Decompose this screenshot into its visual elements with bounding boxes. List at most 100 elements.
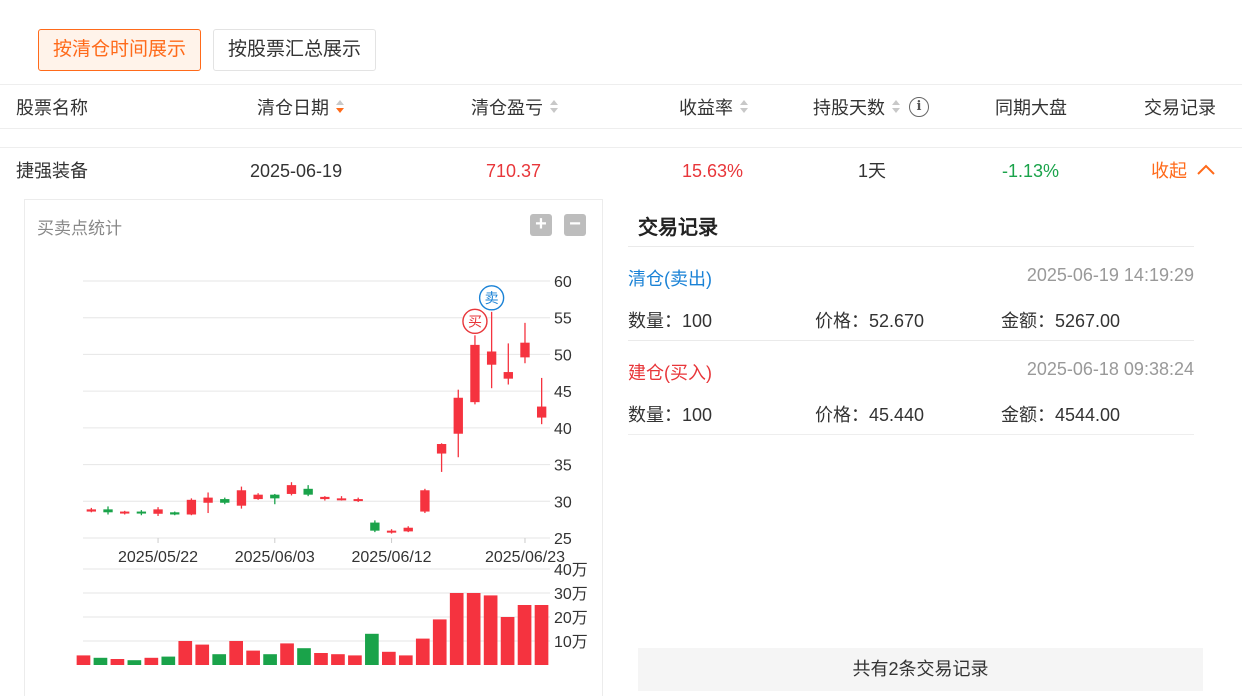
volume-bar (466, 593, 481, 665)
volume-bar (246, 650, 260, 665)
y-tick-label: 55 (554, 311, 572, 328)
header-clear-date[interactable]: 清仓日期 (257, 86, 345, 130)
candle-body (303, 488, 313, 495)
table-row: 捷强装备 2025-06-19 710.37 15.63% 1天 -1.13% … (0, 149, 1242, 193)
candle-body (103, 509, 113, 513)
trade-qty: 数量：100 (628, 405, 713, 425)
header-yield-label: 收益率 (679, 98, 733, 118)
tab-by-clear-time[interactable]: 按清仓时间展示 (38, 29, 202, 71)
sort-icon[interactable] (891, 99, 901, 115)
y-tick-label: 25 (554, 531, 572, 548)
header-pnl-label: 清仓盈亏 (471, 98, 543, 118)
volume-bar (280, 643, 294, 665)
volume-tick-label: 20万 (554, 610, 588, 627)
stock-name[interactable]: 捷强装备 (16, 149, 88, 193)
candle-body (236, 490, 247, 506)
table-header: 股票名称 清仓日期 清仓盈亏 收益率 持股天数 i 同期大盘 交易记录 (0, 86, 1242, 130)
candle-body (486, 351, 497, 365)
divider (0, 147, 1242, 148)
trade-time: 2025-06-19 14:19:29 (1026, 265, 1194, 285)
candle-body (453, 397, 463, 434)
volume-bar (229, 641, 243, 665)
candle-body (403, 527, 413, 532)
trade-time: 2025-06-18 09:38:24 (1026, 359, 1194, 379)
candle-body (436, 444, 447, 454)
sort-icon[interactable] (739, 99, 749, 115)
trade-count-footer: 共有2条交易记录 (638, 648, 1203, 691)
volume-bar (93, 657, 108, 665)
sort-icon[interactable] (335, 99, 345, 115)
volume-bar (144, 657, 159, 665)
volume-bar (161, 656, 176, 665)
divider (628, 434, 1194, 435)
candle-body (386, 530, 397, 533)
trade-record: 清仓(卖出) 2025-06-19 14:19:29 数量：100 价格：52.… (628, 246, 1194, 340)
volume-bar (348, 655, 362, 665)
candle-body (536, 406, 547, 418)
candle-body (120, 511, 130, 514)
volume-bar (382, 651, 396, 665)
tab-by-stock-summary[interactable]: 按股票汇总展示 (213, 29, 377, 71)
candle-body (170, 512, 180, 515)
trade-type: 建仓(买入) (628, 363, 712, 383)
volume-bar (314, 653, 328, 665)
y-tick-label: 60 (554, 274, 572, 291)
volume-bar (415, 638, 430, 665)
candlestick-chart[interactable]: 60 55 50 45 40 35 30 25 2025/05/22 2025/06/03 2025… (25, 200, 602, 696)
volume-bar (398, 655, 413, 665)
candle-body (420, 490, 430, 512)
candle-body (270, 494, 280, 499)
candle-body (370, 522, 380, 531)
volume-bar (500, 617, 515, 665)
header-hold-days-label: 持股天数 (813, 98, 885, 118)
header-pnl[interactable]: 清仓盈亏 (471, 86, 559, 130)
volume-bar (331, 654, 345, 665)
candle-body (470, 344, 480, 403)
header-hold-days[interactable]: 持股天数 i (813, 86, 929, 130)
info-icon[interactable]: i (909, 97, 929, 118)
trade-amount: 金额：4544.00 (1001, 405, 1121, 425)
candle-body (86, 509, 97, 512)
volume-bar (432, 619, 447, 665)
y-tick-label: 40 (554, 421, 572, 438)
volume-bar (534, 605, 549, 665)
volume-bar (449, 593, 464, 665)
volume-bar (483, 595, 498, 665)
x-tick-label: 2025/05/22 (118, 549, 198, 566)
y-tick-label: 45 (554, 384, 572, 401)
volume-bar (365, 633, 379, 665)
volume-bar (110, 659, 125, 665)
candle-body (336, 498, 347, 501)
candle-body (520, 342, 530, 358)
volume-tick-label: 40万 (554, 562, 588, 579)
candle-body (220, 499, 230, 503)
marker-label: 卖 (485, 291, 499, 307)
candle-body (153, 509, 163, 514)
trade-record: 建仓(买入) 2025-06-18 09:38:24 数量：100 价格：45.… (628, 340, 1194, 434)
header-market: 同期大盘 (995, 98, 1067, 118)
header-yield[interactable]: 收益率 (679, 86, 749, 130)
volume-bar (212, 654, 227, 665)
header-records: 交易记录 (1144, 98, 1216, 118)
volume-bar (76, 655, 91, 665)
y-tick-label: 30 (554, 494, 572, 511)
volume-bar (178, 641, 193, 665)
divider (0, 128, 1242, 129)
x-tick-label: 2025/06/03 (235, 549, 315, 566)
header-stock-name: 股票名称 (16, 98, 88, 118)
x-tick-label: 2025/06/12 (352, 549, 432, 566)
collapse-toggle[interactable]: 收起 (1151, 149, 1216, 193)
clear-pnl: 710.37 (486, 161, 542, 181)
volume-bar (517, 605, 532, 665)
volume-bar (263, 654, 277, 665)
candle-body (253, 494, 263, 500)
marker-label: 买 (468, 314, 482, 330)
clear-date: 2025-06-19 (250, 161, 343, 181)
volume-bar (195, 644, 210, 665)
trade-price: 价格：52.670 (815, 311, 925, 331)
yield-rate: 15.63% (682, 161, 744, 181)
y-tick-label: 50 (554, 347, 572, 364)
volume-tick-label: 30万 (554, 586, 588, 603)
sort-icon[interactable] (549, 99, 559, 115)
header-clear-date-label: 清仓日期 (257, 98, 329, 118)
